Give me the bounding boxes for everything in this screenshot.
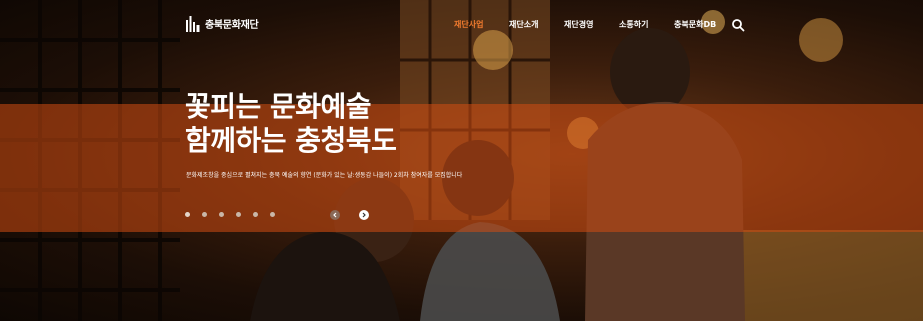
logo-mark-icon <box>186 16 200 32</box>
slide-pagination <box>185 212 275 217</box>
chevron-right-icon <box>362 212 366 218</box>
chevron-left-icon <box>333 212 337 218</box>
nav-item-about[interactable]: 재단소개 <box>509 19 538 30</box>
search-icon[interactable] <box>731 18 745 32</box>
nav-item-community[interactable]: 소통하기 <box>619 19 648 30</box>
slide-dot-5[interactable] <box>253 212 258 217</box>
site-header: 충북문화재단 재단사업 재단소개 재단경영 소통하기 충북문화DB <box>0 0 923 48</box>
slide-dot-2[interactable] <box>202 212 207 217</box>
logo-text: 충북문화재단 <box>205 19 259 31</box>
slide-dot-6[interactable] <box>270 212 275 217</box>
prev-slide-button[interactable] <box>330 210 340 220</box>
slide-dot-1[interactable] <box>185 212 190 217</box>
nav-item-management[interactable]: 재단경영 <box>564 19 593 30</box>
headline-overlay-band <box>0 104 923 232</box>
nav-item-programs[interactable]: 재단사업 <box>454 19 483 30</box>
site-logo[interactable]: 충북문화재단 <box>185 13 259 33</box>
hero-banner: 충북문화재단 재단사업 재단소개 재단경영 소통하기 충북문화DB 꽃피는 문화… <box>0 0 923 321</box>
hero-headline: 꽃피는 문화예술 함께하는 충청북도 <box>185 90 397 158</box>
headline-line-2: 함께하는 충청북도 <box>185 124 397 157</box>
hero-subtext: 문화제조창을 중심으로 펼쳐지는 충북 예술의 향연 (문화가 있는 날:생동감… <box>186 172 463 179</box>
next-slide-button[interactable] <box>359 210 369 220</box>
nav-item-culture-db[interactable]: 충북문화DB <box>674 19 716 30</box>
headline-line-1: 꽃피는 문화예술 <box>185 90 372 123</box>
slide-dot-4[interactable] <box>236 212 241 217</box>
slide-dot-3[interactable] <box>219 212 224 217</box>
